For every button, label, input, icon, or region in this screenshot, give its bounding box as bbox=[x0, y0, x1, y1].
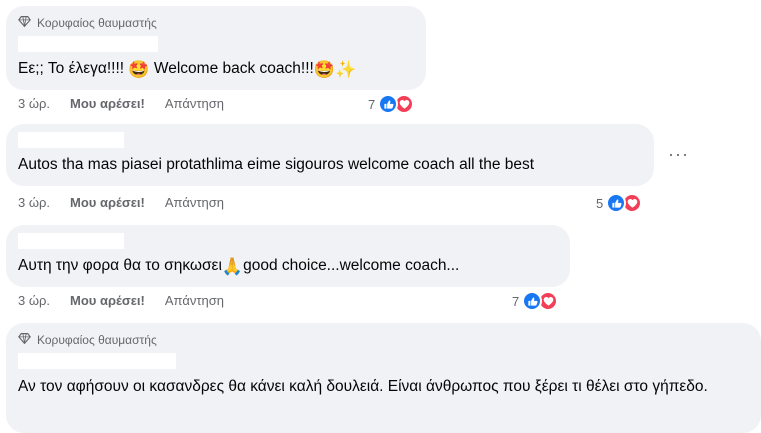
star-struck-emoji: 🤩 bbox=[128, 60, 150, 79]
comment-time[interactable]: 3 ώρ. bbox=[18, 96, 50, 111]
diamond-icon bbox=[18, 15, 31, 31]
reactions-summary-1[interactable]: 7 bbox=[368, 94, 415, 114]
reaction-count: 7 bbox=[368, 96, 376, 112]
comment-text-part: Εε;; Το έλεγα!!!! bbox=[18, 60, 129, 77]
comment-time[interactable]: 3 ώρ. bbox=[18, 195, 50, 210]
top-fan-badge: Κορυφαίος θαυμαστής bbox=[18, 14, 414, 32]
comment-text: Αν τον αφήσουν οι κασανδρες θα κάνει καλ… bbox=[18, 378, 708, 395]
redacted-author-name[interactable] bbox=[18, 353, 176, 369]
comment-time[interactable]: 3 ώρ. bbox=[18, 293, 50, 308]
reply-button[interactable]: Απάντηση bbox=[165, 293, 224, 308]
comment-bubble-1: Κορυφαίος θαυμαστής Εε;; Το έλεγα!!!! 🤩 … bbox=[6, 6, 426, 90]
comment-text: Εε;; Το έλεγα!!!! 🤩 Welcome back coach!!… bbox=[18, 58, 414, 81]
comment-actions-1: 3 ώρ. Μου αρέσει! Απάντηση bbox=[18, 96, 224, 111]
comment-text-part: Welcome back coach!!! bbox=[149, 60, 314, 77]
comment-bubble-2: Autos tha mas piasei protathlima eime si… bbox=[6, 124, 654, 186]
reply-button[interactable]: Απάντηση bbox=[165, 195, 224, 210]
sparkles-emoji: ✨ bbox=[335, 60, 357, 79]
reaction-count: 5 bbox=[596, 195, 604, 211]
star-struck-emoji: 🤩 bbox=[313, 60, 336, 79]
redacted-author-name[interactable] bbox=[18, 36, 158, 52]
folded-hands-emoji: 🙏 bbox=[221, 257, 244, 276]
thumbs-up-icon bbox=[606, 193, 627, 213]
reactions-summary-2[interactable]: 5 bbox=[596, 193, 643, 213]
thumbs-up-icon bbox=[522, 291, 543, 311]
comment-text: Αυτη την φορα θα το σηκωσει🙏good choice.… bbox=[18, 255, 558, 278]
comment-text-part: good choice...welcome coach... bbox=[243, 257, 460, 274]
badge-label: Κορυφαίος θαυμαστής bbox=[37, 16, 157, 30]
comment-text-part: Αυτη την φορα θα το σηκωσει bbox=[18, 257, 222, 274]
more-options-icon[interactable]: ··· bbox=[668, 144, 689, 165]
diamond-icon bbox=[18, 332, 31, 348]
badge-label: Κορυφαίος θαυμαστής bbox=[37, 333, 157, 347]
like-button[interactable]: Μου αρέσει! bbox=[70, 96, 145, 111]
comment-actions-3: 3 ώρ. Μου αρέσει! Απάντηση bbox=[18, 293, 224, 308]
comment-bubble-3: Αυτη την φορα θα το σηκωσει🙏good choice.… bbox=[6, 225, 570, 287]
comment-actions-2: 3 ώρ. Μου αρέσει! Απάντηση bbox=[18, 195, 224, 210]
comment-bubble-4: Κορυφαίος θαυμαστής Αν τον αφήσουν οι κα… bbox=[6, 323, 761, 433]
comment-text: Autos tha mas piasei protathlima eime si… bbox=[18, 156, 535, 173]
like-button[interactable]: Μου αρέσει! bbox=[70, 195, 145, 210]
like-button[interactable]: Μου αρέσει! bbox=[70, 293, 145, 308]
reactions-summary-3[interactable]: 7 bbox=[512, 291, 559, 311]
reaction-count: 7 bbox=[512, 293, 520, 309]
redacted-author-name[interactable] bbox=[18, 233, 124, 249]
top-fan-badge: Κορυφαίος θαυμαστής bbox=[18, 331, 749, 349]
thumbs-up-icon bbox=[378, 94, 399, 114]
reply-button[interactable]: Απάντηση bbox=[165, 96, 224, 111]
redacted-author-name[interactable] bbox=[18, 132, 124, 148]
